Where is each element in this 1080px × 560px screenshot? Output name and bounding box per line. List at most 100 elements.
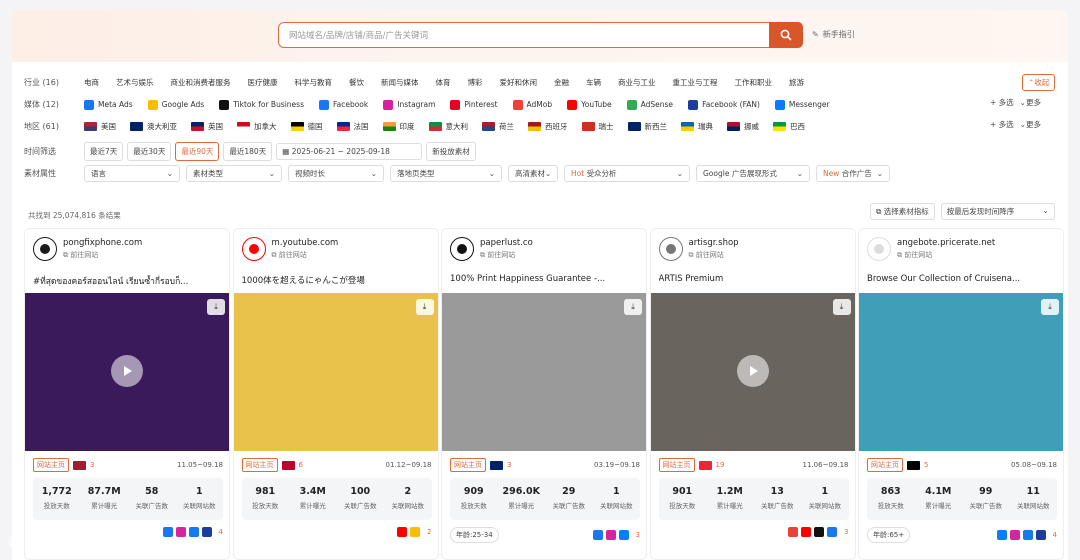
- media-option[interactable]: Instagram: [383, 99, 435, 110]
- ad-media[interactable]: ⤓: [25, 293, 229, 451]
- new-ads-toggle[interactable]: 新投放素材: [426, 142, 476, 161]
- country-count[interactable]: 3: [507, 461, 511, 469]
- ad-card[interactable]: paperlust.co ⧉ 前往网站 100% Print Happiness G…: [441, 228, 647, 560]
- platform-count[interactable]: 4: [219, 528, 223, 536]
- region-option[interactable]: 瑞典: [681, 121, 713, 132]
- industry-option[interactable]: 爱好和休闲: [500, 77, 538, 88]
- region-multi-button[interactable]: + 多选: [990, 119, 1014, 130]
- industry-option[interactable]: 博彩: [468, 77, 483, 88]
- hd-toggle[interactable]: 高清素材 ⌄: [508, 165, 558, 182]
- media-option[interactable]: Google Ads: [147, 99, 204, 110]
- region-option[interactable]: 意大利: [428, 121, 468, 132]
- time-button[interactable]: 最近180天: [223, 142, 273, 161]
- download-icon[interactable]: ⤓: [624, 299, 642, 315]
- region-option[interactable]: 荷兰: [482, 121, 514, 132]
- audience-select[interactable]: Hot 受众分析 ⌄: [564, 165, 690, 182]
- country-count[interactable]: 6: [299, 461, 303, 469]
- media-option[interactable]: AdSense: [626, 99, 673, 110]
- country-count[interactable]: 3: [90, 461, 94, 469]
- search-box[interactable]: 网站域名/品牌/店铺/商品/广告关键词: [278, 22, 803, 48]
- industry-option[interactable]: 车辆: [586, 77, 601, 88]
- play-icon[interactable]: [111, 355, 143, 387]
- platform-count[interactable]: 2: [427, 528, 431, 536]
- download-icon[interactable]: ⤓: [832, 299, 851, 315]
- play-icon[interactable]: [736, 355, 769, 387]
- media-option[interactable]: Messenger: [774, 99, 830, 110]
- site-domain[interactable]: angebote.pricerate.net: [897, 238, 995, 248]
- region-option[interactable]: 挪威: [727, 121, 759, 132]
- region-option[interactable]: 新西兰: [627, 121, 667, 132]
- site-domain[interactable]: artisgr.shop: [689, 238, 739, 248]
- industry-option[interactable]: 艺术与娱乐: [116, 77, 154, 88]
- visit-site-link[interactable]: ⧉ 前往网站: [689, 250, 739, 260]
- platform-count[interactable]: 3: [844, 528, 848, 536]
- industry-option[interactable]: 商业和消费者服务: [171, 77, 231, 88]
- search-input[interactable]: 网站域名/品牌/店铺/商品/广告关键词: [279, 29, 769, 41]
- industry-option[interactable]: 重工业与工程: [673, 77, 718, 88]
- industry-option[interactable]: 新闻与媒体: [381, 77, 419, 88]
- site-domain[interactable]: pongfixphone.com: [63, 238, 142, 248]
- ad-card[interactable]: m.youtube.com ⧉ 前往网站 1000体を超えるにゃんこが登場 ⤓ 网站主页…: [232, 228, 439, 560]
- region-more-button[interactable]: ⌄更多: [1020, 119, 1041, 130]
- platform-count[interactable]: 3: [636, 531, 640, 539]
- time-button[interactable]: 最近7天: [84, 142, 124, 161]
- time-button[interactable]: 最近30天: [127, 142, 172, 161]
- search-button[interactable]: [768, 22, 803, 48]
- region-option[interactable]: 德国: [290, 121, 323, 132]
- visit-site-link[interactable]: ⧉ 前往网站: [897, 250, 995, 260]
- region-option[interactable]: 西班牙: [528, 121, 568, 132]
- industry-option[interactable]: 医疗健康: [248, 77, 278, 88]
- media-more-button[interactable]: ⌄更多: [1020, 97, 1041, 108]
- sort-select[interactable]: 按最后发现时间降序 ⌄: [940, 203, 1055, 220]
- industry-option[interactable]: 工作和职业: [735, 77, 773, 88]
- visit-site-link[interactable]: ⧉ 前往网站: [480, 250, 533, 260]
- media-option[interactable]: Facebook: [319, 99, 368, 110]
- attr-select[interactable]: 素材类型 ⌄: [186, 165, 282, 182]
- industry-option[interactable]: 体育: [436, 77, 451, 88]
- media-option[interactable]: Tiktok for Business: [219, 99, 304, 110]
- region-option[interactable]: 印度: [382, 121, 415, 132]
- time-button[interactable]: 最近90天: [175, 142, 220, 161]
- attr-select[interactable]: 视频时长 ⌄: [288, 165, 384, 182]
- region-option[interactable]: 法国: [336, 121, 369, 132]
- visit-site-link[interactable]: ⧉ 前往网站: [272, 250, 339, 260]
- media-option[interactable]: AdMob: [512, 99, 552, 110]
- region-option[interactable]: 澳大利亚: [130, 121, 177, 132]
- industry-option[interactable]: 金融: [554, 77, 569, 88]
- download-icon[interactable]: ⤓: [1041, 299, 1059, 315]
- media-option[interactable]: Meta Ads: [84, 99, 133, 110]
- ad-card[interactable]: pongfixphone.com ⧉ 前往网站 #ที่สุดของคอร์สออน…: [24, 228, 230, 560]
- guide-link[interactable]: ✎ 新手指引: [812, 29, 855, 40]
- region-option[interactable]: 加拿大: [237, 121, 277, 132]
- site-domain[interactable]: paperlust.co: [480, 238, 533, 248]
- industry-option[interactable]: 电商: [84, 77, 99, 88]
- ad-media[interactable]: ⤓: [233, 293, 438, 451]
- visit-site-link[interactable]: ⧉ 前往网站: [63, 250, 142, 260]
- pick-metrics-button[interactable]: ⧉ 选择素材指标: [870, 203, 935, 220]
- ad-card[interactable]: angebote.pricerate.net ⧉ 前往网站 Browse Our C…: [858, 228, 1064, 560]
- media-multi-button[interactable]: + 多选: [990, 97, 1014, 108]
- ad-card[interactable]: artisgr.shop ⧉ 前往网站 ARTIS Premium ⤓ 网站主页 19 11…: [649, 228, 856, 560]
- download-icon[interactable]: ⤓: [207, 299, 225, 315]
- cooperate-select[interactable]: New 合作广告 ⌄: [816, 165, 890, 182]
- country-count[interactable]: 19: [716, 461, 725, 469]
- region-option[interactable]: 英国: [191, 121, 223, 132]
- download-icon[interactable]: ⤓: [415, 299, 434, 315]
- collapse-button[interactable]: ⌃收起: [1022, 74, 1056, 91]
- media-option[interactable]: Facebook (FAN): [688, 99, 760, 110]
- media-option[interactable]: YouTube: [567, 99, 612, 110]
- google-format-select[interactable]: Google 广告展现形式 ⌄: [696, 165, 810, 182]
- media-option[interactable]: Pinterest: [450, 99, 498, 110]
- region-option[interactable]: 美国: [84, 121, 116, 132]
- ad-media[interactable]: ⤓: [650, 293, 855, 451]
- industry-option[interactable]: 商业与工业: [618, 77, 656, 88]
- platform-count[interactable]: 4: [1053, 531, 1057, 539]
- industry-option[interactable]: 餐饮: [349, 77, 364, 88]
- date-range-picker[interactable]: ▦ 2025-06-21 ~ 2025-09-18: [276, 143, 423, 160]
- industry-option[interactable]: 科学与教育: [295, 77, 333, 88]
- industry-option[interactable]: 旅游: [789, 77, 804, 88]
- region-option[interactable]: 瑞士: [581, 121, 614, 132]
- attr-select[interactable]: 语言 ⌄: [84, 165, 180, 182]
- ad-media[interactable]: ⤓: [442, 293, 646, 451]
- country-count[interactable]: 5: [924, 461, 928, 469]
